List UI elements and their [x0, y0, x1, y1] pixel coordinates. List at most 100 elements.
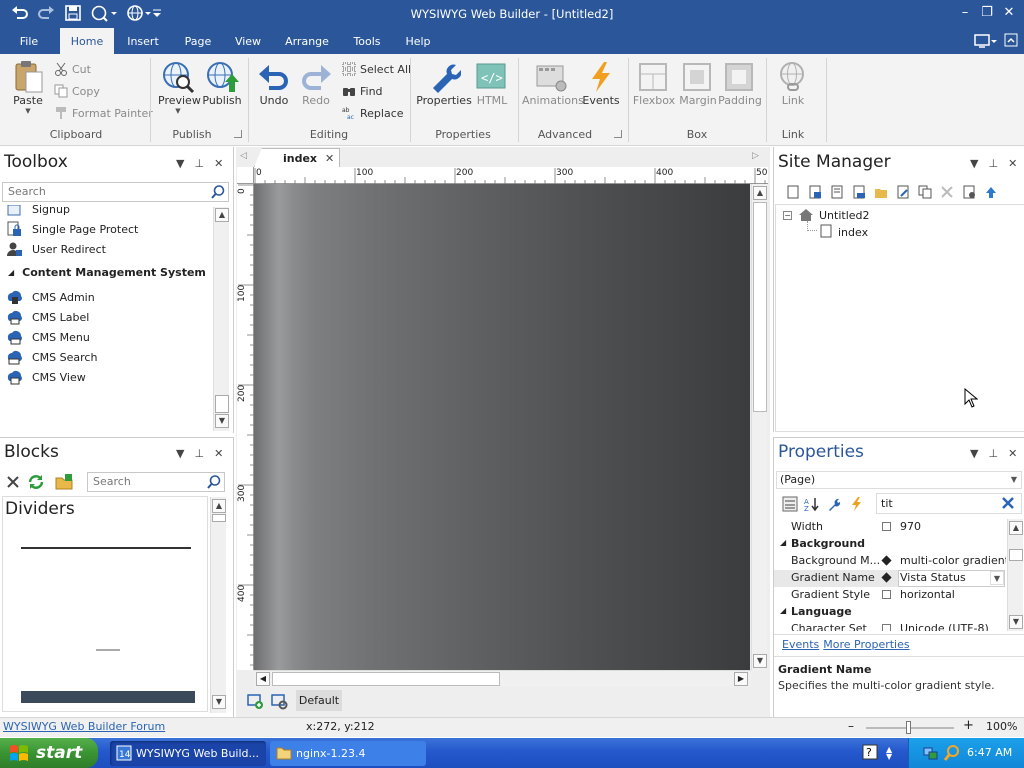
- select-all-button[interactable]: Select All: [342, 62, 411, 76]
- new-template-page-icon[interactable]: [830, 185, 844, 199]
- display-options-icon[interactable]: [974, 32, 998, 50]
- divider-text-block[interactable]: [96, 649, 120, 651]
- site-page-index[interactable]: index: [838, 226, 868, 239]
- publish-launcher-icon[interactable]: [234, 130, 242, 138]
- property-row-character-set[interactable]: Character Set Unicode (UTF-8): [774, 621, 1003, 631]
- more-properties-link[interactable]: More Properties: [823, 638, 909, 651]
- category-cms[interactable]: ◢ Content Management System: [8, 266, 206, 279]
- scroll-thumb[interactable]: [272, 672, 500, 686]
- tray-expand-icon[interactable]: ▲ ▼: [886, 746, 892, 761]
- canvas-vertical-scrollbar[interactable]: ▲ ▼: [751, 184, 767, 670]
- save-quick-icon[interactable]: [64, 4, 82, 22]
- tab-page[interactable]: Page: [178, 28, 218, 54]
- page-properties-icon[interactable]: [962, 185, 976, 199]
- tab-view[interactable]: View: [228, 28, 268, 54]
- html-button[interactable]: </> HTML: [474, 60, 510, 107]
- tab-home[interactable]: Home: [60, 28, 114, 54]
- pin-icon[interactable]: ⊥: [194, 447, 204, 460]
- close-button[interactable]: ✕: [998, 2, 1020, 24]
- advanced-launcher-icon[interactable]: [614, 130, 622, 138]
- tab-scroll-right-icon[interactable]: ▷: [752, 151, 759, 161]
- list-item[interactable]: CMS View: [6, 369, 86, 385]
- preview-quick-icon[interactable]: [90, 4, 118, 22]
- publish-button[interactable]: Publish: [202, 60, 242, 107]
- tab-arrange[interactable]: Arrange: [280, 28, 334, 54]
- list-item[interactable]: CMS Menu: [6, 329, 90, 345]
- property-value[interactable]: horizontal: [900, 588, 955, 601]
- tab-help[interactable]: Help: [398, 28, 438, 54]
- tab-insert[interactable]: Insert: [120, 28, 166, 54]
- scroll-down-icon[interactable]: ▼: [1009, 615, 1023, 629]
- zoom-slider-thumb[interactable]: [906, 721, 911, 734]
- site-root-label[interactable]: Untitled2: [819, 209, 870, 222]
- tab-tools[interactable]: Tools: [346, 28, 388, 54]
- layout-settings-icon[interactable]: [270, 692, 288, 710]
- preview-button[interactable]: Preview ▼: [158, 60, 201, 115]
- scroll-up-icon[interactable]: ▲: [212, 499, 226, 513]
- move-up-icon[interactable]: [984, 185, 998, 199]
- categorized-view-icon[interactable]: [782, 496, 798, 512]
- padding-button[interactable]: Padding: [718, 60, 762, 107]
- delete-page-icon[interactable]: [940, 185, 954, 199]
- property-row-background-mode[interactable]: Background M... multi-color gradient: [774, 553, 1006, 570]
- properties-wrench-icon[interactable]: [826, 496, 842, 512]
- chevron-down-icon[interactable]: ▼: [990, 571, 1004, 585]
- list-item[interactable]: Single Page Protect: [6, 221, 138, 237]
- redo-quick-icon[interactable]: [36, 4, 56, 22]
- new-child-page-icon[interactable]: [808, 185, 822, 199]
- undo-quick-icon[interactable]: [10, 4, 30, 22]
- replace-button[interactable]: ab ac Replace: [342, 106, 404, 121]
- zoom-out-button[interactable]: –: [848, 719, 854, 733]
- property-category-background[interactable]: ◢ Background: [774, 536, 1003, 553]
- canvas-horizontal-scrollbar[interactable]: ◀ ▶: [254, 670, 751, 687]
- start-button[interactable]: start: [0, 738, 98, 768]
- panel-menu-icon[interactable]: ▼: [970, 447, 978, 460]
- scroll-down-icon[interactable]: ▼: [753, 654, 767, 668]
- list-item[interactable]: User Redirect: [6, 241, 106, 257]
- scroll-thumb[interactable]: [753, 202, 767, 412]
- clear-filter-icon[interactable]: [1002, 497, 1014, 509]
- toolbox-search-input[interactable]: Search: [2, 182, 229, 202]
- forum-link[interactable]: WYSIWYG Web Builder Forum: [3, 720, 165, 733]
- edit-page-icon[interactable]: [896, 185, 910, 199]
- blocks-search-input[interactable]: Search: [87, 472, 225, 492]
- scroll-up-icon[interactable]: ▲: [1009, 521, 1023, 535]
- redo-button[interactable]: Redo: [296, 60, 336, 107]
- pin-icon[interactable]: ⊥: [988, 157, 998, 170]
- property-value[interactable]: Unicode (UTF-8): [900, 622, 989, 631]
- scroll-up-icon[interactable]: ▲: [215, 208, 229, 222]
- taskbar-item-wysiwyg[interactable]: 14 WYSIWYG Web Build...: [110, 741, 266, 766]
- scroll-left-icon[interactable]: ◀: [256, 672, 270, 686]
- close-tab-icon[interactable]: ✕: [325, 152, 334, 165]
- open-folder-icon[interactable]: [55, 473, 73, 491]
- divider-line-block[interactable]: [21, 547, 191, 549]
- object-selector[interactable]: (Page) ▼: [776, 471, 1022, 489]
- find-button[interactable]: Find: [342, 84, 383, 98]
- layout-default-tab[interactable]: Default: [296, 690, 342, 711]
- margin-button[interactable]: Margin: [676, 60, 720, 107]
- list-item[interactable]: CMS Search: [6, 349, 97, 365]
- events-button[interactable]: Events: [582, 60, 620, 107]
- animations-button[interactable]: Animations: [522, 60, 584, 107]
- flexbox-button[interactable]: Flexbox: [632, 60, 676, 107]
- open-folder-icon[interactable]: [874, 185, 888, 199]
- paste-button[interactable]: Paste ▼: [8, 60, 48, 115]
- list-item[interactable]: CMS Admin: [6, 289, 95, 305]
- restore-button[interactable]: ❐: [976, 2, 998, 24]
- property-filter-input[interactable]: tit: [876, 493, 1022, 514]
- add-layout-icon[interactable]: [246, 692, 264, 710]
- zoom-in-button[interactable]: +: [963, 718, 974, 733]
- scroll-down-icon[interactable]: ▼: [215, 414, 229, 428]
- panel-menu-icon[interactable]: ▼: [176, 157, 184, 170]
- property-row-gradient-style[interactable]: Gradient Style horizontal: [774, 587, 1003, 604]
- scroll-up-icon[interactable]: ▲: [753, 186, 767, 200]
- list-item[interactable]: Signup: [6, 205, 70, 217]
- duplicate-page-icon[interactable]: [918, 185, 932, 199]
- scroll-right-icon[interactable]: ▶: [734, 672, 748, 686]
- events-link[interactable]: Events: [782, 638, 819, 651]
- scroll-thumb[interactable]: [212, 514, 226, 522]
- panel-menu-icon[interactable]: ▼: [176, 447, 184, 460]
- close-icon[interactable]: ✕: [214, 157, 223, 170]
- property-row-width[interactable]: Width 970: [774, 519, 1003, 536]
- search-icon[interactable]: [210, 184, 226, 200]
